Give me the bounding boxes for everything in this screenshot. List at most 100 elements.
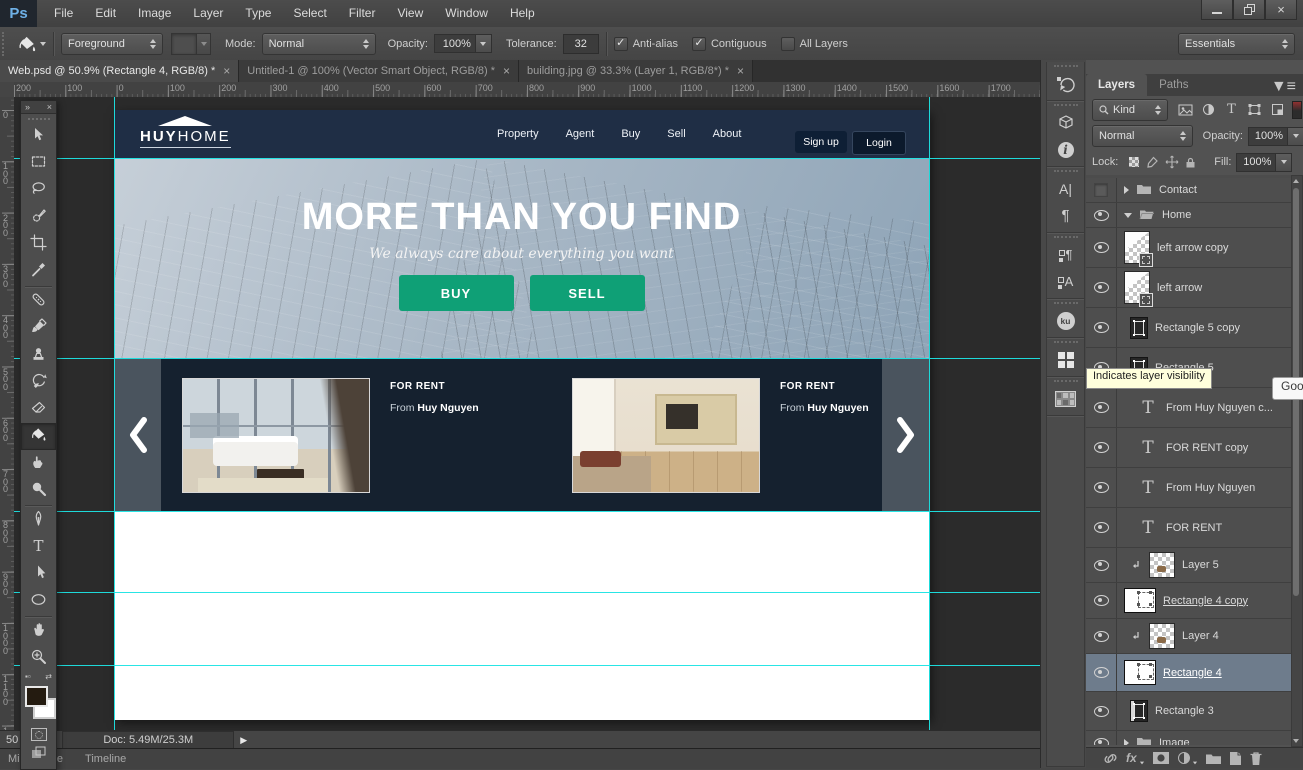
restore-button[interactable] bbox=[1233, 0, 1265, 20]
panel-grip[interactable] bbox=[1047, 377, 1084, 385]
swap-colors-icon[interactable]: ⇄ bbox=[45, 672, 52, 684]
healing-brush-tool[interactable] bbox=[21, 288, 56, 315]
layer-row[interactable]: Rectangle 3 bbox=[1086, 692, 1293, 731]
visibility-cell[interactable] bbox=[1086, 731, 1117, 745]
ellipse-tool[interactable] bbox=[21, 588, 56, 615]
layer-row[interactable]: Rectangle 4 copy bbox=[1086, 583, 1293, 619]
layer-thumbnail[interactable] bbox=[1124, 231, 1150, 264]
info-panel-icon[interactable]: i bbox=[1047, 136, 1084, 163]
fill-dropdown[interactable]: 100% bbox=[1236, 153, 1292, 172]
mask-layer-button[interactable] bbox=[1152, 751, 1170, 765]
dropdown-arrow-icon[interactable] bbox=[475, 34, 492, 53]
panel-grip[interactable] bbox=[21, 114, 56, 123]
layers-scrollbar[interactable] bbox=[1291, 175, 1303, 747]
lock-position-icon[interactable] bbox=[1162, 154, 1181, 170]
filter-toggle[interactable] bbox=[1292, 101, 1302, 119]
menu-filter[interactable]: Filter bbox=[338, 0, 387, 27]
visibility-cell[interactable] bbox=[1086, 268, 1117, 307]
layer-name[interactable]: Layer 5 bbox=[1182, 559, 1219, 571]
visibility-cell[interactable] bbox=[1086, 619, 1117, 653]
tolerance-input[interactable]: 32 bbox=[563, 34, 599, 54]
document-tab[interactable]: Untitled-1 @ 100% (Vector Smart Object, … bbox=[239, 60, 519, 82]
paint-bucket-tool[interactable] bbox=[21, 423, 56, 450]
menu-layer[interactable]: Layer bbox=[182, 0, 234, 27]
paint-bucket-preset-icon[interactable] bbox=[17, 34, 37, 54]
workspace-dropdown[interactable]: Essentials bbox=[1178, 33, 1295, 55]
tab-paths[interactable]: Paths bbox=[1147, 74, 1200, 96]
menu-view[interactable]: View bbox=[386, 0, 434, 27]
text-layer-icon[interactable]: T bbox=[1137, 518, 1159, 538]
layer-name[interactable]: Home bbox=[1162, 209, 1191, 221]
text-layer-icon[interactable]: T bbox=[1137, 398, 1159, 418]
history-brush-tool[interactable] bbox=[21, 369, 56, 396]
new-layer-layer-button[interactable] bbox=[1229, 751, 1242, 766]
lasso-tool[interactable] bbox=[21, 177, 56, 204]
layer-name[interactable]: left arrow copy bbox=[1157, 242, 1229, 254]
layer-row[interactable]: Rectangle 5 copy bbox=[1086, 308, 1293, 348]
guide-horizontal[interactable] bbox=[14, 358, 1040, 359]
mode-dropdown[interactable]: Normal bbox=[262, 33, 376, 55]
layer-row[interactable]: Home bbox=[1086, 203, 1293, 228]
shape-layer-icon[interactable] bbox=[1130, 700, 1148, 722]
layer-name[interactable]: Image bbox=[1159, 737, 1190, 745]
close-icon[interactable]: × bbox=[223, 65, 230, 77]
quick-mask-button[interactable] bbox=[21, 726, 56, 743]
kuler-panel-icon[interactable]: ku bbox=[1047, 307, 1084, 334]
visibility-cell[interactable] bbox=[1086, 508, 1117, 547]
layer-name[interactable]: Rectangle 4 bbox=[1163, 667, 1222, 679]
pattern-swatch-arrow[interactable] bbox=[197, 33, 211, 55]
layer-name[interactable]: Rectangle 4 copy bbox=[1163, 595, 1248, 607]
visibility-cell[interactable] bbox=[1086, 388, 1117, 427]
scroll-down-icon[interactable] bbox=[1293, 739, 1299, 743]
brush-tool[interactable] bbox=[21, 315, 56, 342]
layer-thumbnail[interactable] bbox=[1149, 623, 1175, 649]
checkbox-contiguous[interactable]: ✓Contiguous bbox=[692, 37, 767, 51]
menu-edit[interactable]: Edit bbox=[84, 0, 127, 27]
zoom-tool[interactable] bbox=[21, 645, 56, 672]
visibility-cell[interactable] bbox=[1086, 203, 1117, 227]
blend-mode-dropdown[interactable]: Normal bbox=[1092, 125, 1193, 147]
default-colors-icon[interactable]: ▪▫ bbox=[25, 672, 31, 684]
panel-grip[interactable] bbox=[1047, 167, 1084, 175]
layer-name[interactable]: Rectangle 5 copy bbox=[1155, 322, 1240, 334]
preset-arrow-icon[interactable] bbox=[40, 42, 46, 46]
document-canvas[interactable]: HUYHOME PropertyAgentBuySellAbout Sign u… bbox=[14, 97, 1040, 730]
properties-panel-icon[interactable] bbox=[1047, 109, 1084, 136]
layer-thumbnail[interactable] bbox=[1124, 271, 1150, 304]
minimize-button[interactable] bbox=[1201, 0, 1233, 20]
menu-image[interactable]: Image bbox=[127, 0, 182, 27]
layer-thumbnail[interactable] bbox=[1149, 552, 1175, 578]
paragraph-styles-panel-icon[interactable]: ¶ bbox=[1047, 241, 1084, 268]
guide-horizontal[interactable] bbox=[14, 592, 1040, 593]
screen-mode-button[interactable] bbox=[21, 743, 56, 763]
crop-tool[interactable] bbox=[21, 231, 56, 258]
history-panel-icon[interactable] bbox=[1047, 70, 1084, 97]
eye-icon[interactable] bbox=[1094, 631, 1109, 642]
vertical-ruler[interactable]: 01 0 02 0 03 0 04 0 05 0 06 0 07 0 08 0 … bbox=[0, 97, 15, 730]
panel-grip[interactable] bbox=[1047, 62, 1084, 70]
eye-icon[interactable] bbox=[1094, 442, 1109, 453]
eye-icon[interactable] bbox=[1094, 402, 1109, 413]
eye-icon[interactable] bbox=[1094, 560, 1109, 571]
layer-name[interactable]: Rectangle 3 bbox=[1155, 705, 1214, 717]
delete-layer-button[interactable] bbox=[1249, 751, 1263, 766]
character-styles-panel-icon[interactable]: A bbox=[1047, 268, 1084, 295]
adjustment-filter-button[interactable] bbox=[1197, 101, 1220, 119]
menu-select[interactable]: Select bbox=[282, 0, 337, 27]
clone-stamp-tool[interactable] bbox=[21, 342, 56, 369]
text-layer-icon[interactable]: T bbox=[1137, 478, 1159, 498]
eye-icon[interactable] bbox=[1094, 667, 1109, 678]
visibility-cell[interactable] bbox=[1086, 308, 1117, 347]
dropdown-arrow-icon[interactable] bbox=[1275, 153, 1292, 172]
smart-object-filter-button[interactable] bbox=[1266, 101, 1289, 119]
opacity-dropdown[interactable]: 100% bbox=[434, 34, 492, 53]
visibility-cell[interactable] bbox=[1086, 692, 1117, 730]
panel-grip[interactable] bbox=[1047, 299, 1084, 307]
scroll-up-icon[interactable] bbox=[1293, 179, 1299, 183]
layer-row[interactable]: Layer 5 bbox=[1086, 548, 1293, 583]
layer-comps-panel-icon[interactable] bbox=[1047, 385, 1084, 412]
guide-vertical[interactable] bbox=[929, 97, 930, 730]
horizontal-ruler[interactable]: 2001000100200300400500600700800900100011… bbox=[14, 82, 1040, 98]
layer-name[interactable]: left arrow bbox=[1157, 282, 1202, 294]
shape-layer-icon[interactable] bbox=[1130, 317, 1148, 339]
